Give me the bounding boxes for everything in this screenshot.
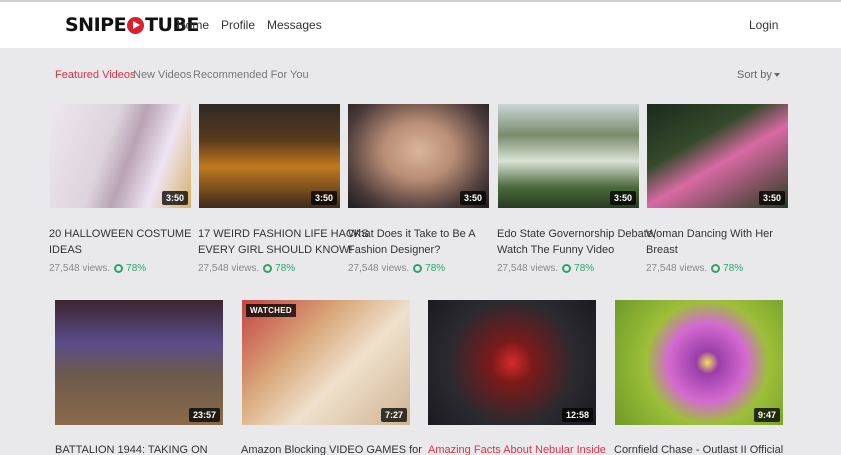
video-title[interactable]: Woman Dancing With Her Breast — [646, 226, 773, 258]
video-title[interactable]: 20 HALLOWEEN COSTUME IDEAS — [49, 226, 191, 258]
nav-messages-link[interactable]: Messages — [267, 18, 322, 32]
video-thumbnail[interactable]: 3:50 — [348, 104, 489, 208]
video-title[interactable]: Cornfield Chase - Outlast II Official — [614, 442, 783, 455]
login-link[interactable]: Login — [749, 18, 778, 32]
view-count: 27,548 views. — [646, 263, 708, 274]
top-navbar: SNIPE TUBE Home Profile Messages Login — [0, 0, 841, 48]
video-title-line: 20 HALLOWEEN COSTUME — [49, 228, 192, 240]
video-title-line: IDEAS — [49, 244, 83, 256]
video-title-line: Fashion Designer? — [348, 244, 441, 256]
video-title[interactable]: BATTALION 1944: TAKING ON — [55, 442, 208, 455]
duration-badge: 3:50 — [609, 191, 636, 205]
video-meta: 27,548 views. 78% — [646, 263, 743, 274]
video-thumbnail[interactable]: 9:47 — [615, 300, 783, 425]
tab-recommended[interactable]: Recommended For You — [193, 69, 309, 81]
logo-play-icon — [127, 16, 145, 34]
view-count: 27,548 views. — [497, 263, 559, 274]
sort-by-label: Sort by — [737, 69, 772, 81]
rating-ring-icon — [413, 264, 423, 273]
video-thumbnail[interactable]: WATCHED 7:27 — [242, 300, 410, 425]
video-meta: 27,548 views. 78% — [49, 263, 146, 274]
duration-badge: 3:50 — [459, 191, 486, 205]
duration-badge: 3:50 — [161, 191, 188, 205]
video-title-line: 17 WEIRD FASHION LIFE HACKS — [198, 228, 369, 240]
duration-badge: 3:50 — [758, 191, 785, 205]
video-title[interactable]: Edo State Governorship Debate, Watch The … — [497, 226, 656, 258]
duration-badge: 3:50 — [310, 191, 337, 205]
video-meta: 27,548 views. 78% — [348, 263, 445, 274]
duration-badge: 12:58 — [561, 408, 593, 422]
video-title[interactable]: 17 WEIRD FASHION LIFE HACKS EVERY GIRL SH… — [198, 226, 369, 258]
video-title-line: Watch The Funny Video — [497, 244, 615, 256]
video-title-line: What Does it Take to Be A — [348, 228, 476, 240]
video-thumbnail[interactable]: 12:58 — [428, 300, 596, 425]
rating-ring-icon — [711, 264, 721, 273]
video-thumbnail[interactable]: 3:50 — [199, 104, 340, 208]
video-title-line: EVERY GIRL SHOULD KNOW! — [198, 244, 353, 256]
nav-profile-link[interactable]: Profile — [221, 18, 255, 32]
video-thumbnail[interactable]: 3:50 — [50, 104, 191, 208]
rating-ring-icon — [562, 264, 572, 273]
rating-ring-icon — [263, 264, 273, 273]
video-thumbnail[interactable]: 3:50 — [647, 104, 788, 208]
rating-percent: 78% — [425, 263, 446, 274]
tab-new-videos[interactable]: New Videos — [133, 69, 192, 81]
caret-down-icon — [773, 73, 780, 78]
duration-badge: 23:57 — [188, 408, 220, 422]
watched-badge: WATCHED — [246, 304, 296, 317]
video-thumbnail[interactable]: 23:57 — [55, 300, 223, 425]
duration-badge: 7:27 — [380, 408, 407, 422]
video-title[interactable]: What Does it Take to Be A Fashion Designe… — [348, 226, 476, 258]
rating-ring-icon — [114, 264, 124, 273]
rating-percent: 78% — [126, 263, 147, 274]
rating-percent: 78% — [723, 263, 744, 274]
view-count: 27,548 views. — [198, 263, 260, 274]
view-count: 27,548 views. — [348, 263, 410, 274]
view-count: 27,548 views. — [49, 263, 111, 274]
logo-text-left: SNIPE — [65, 14, 127, 36]
video-title-line: Edo State Governorship Debate, — [497, 228, 656, 240]
video-thumbnail[interactable]: 3:50 — [498, 104, 639, 208]
video-title[interactable]: Amazon Blocking VIDEO GAMES for — [241, 442, 422, 455]
duration-badge: 9:47 — [753, 408, 780, 422]
video-title[interactable]: Amazing Facts About Nebular Inside — [428, 442, 606, 455]
tab-featured-videos[interactable]: Featured Videos — [55, 69, 136, 81]
video-title-line: Breast — [646, 244, 678, 256]
video-meta: 27,548 views. 78% — [198, 263, 295, 274]
nav-home-link[interactable]: Home — [177, 18, 209, 32]
rating-percent: 78% — [275, 263, 296, 274]
sort-by-dropdown[interactable]: Sort by — [737, 69, 780, 81]
video-title-line: Woman Dancing With Her — [646, 228, 773, 240]
rating-percent: 78% — [574, 263, 595, 274]
video-meta: 27,548 views. 78% — [497, 263, 594, 274]
